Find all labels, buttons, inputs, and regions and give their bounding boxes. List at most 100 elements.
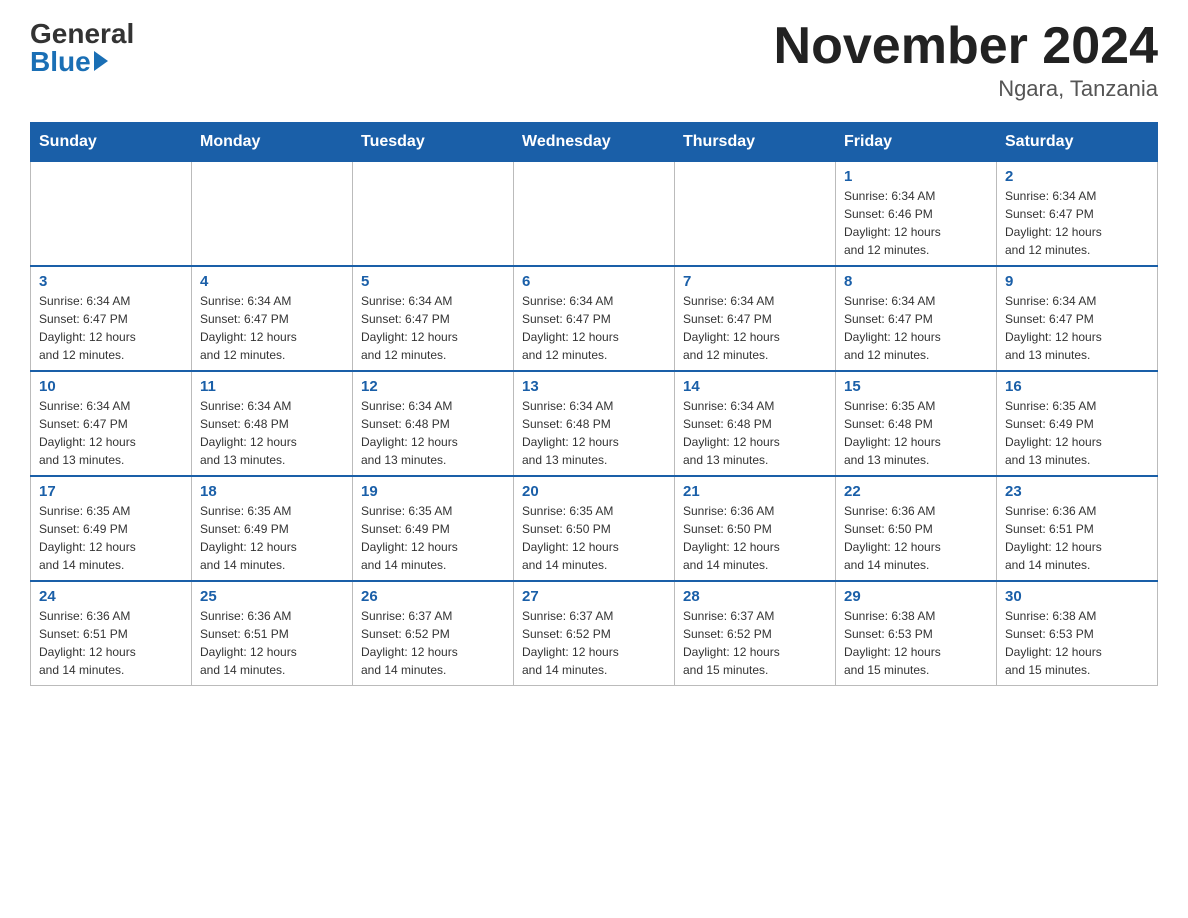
day-info-text: Sunrise: 6:37 AM Sunset: 6:52 PM Dayligh… [522,607,666,679]
calendar-cell: 25 Sunrise: 6:36 AM Sunset: 6:51 PM Dayli… [192,581,353,686]
calendar-cell: 21 Sunrise: 6:36 AM Sunset: 6:50 PM Dayli… [675,476,836,581]
week-row-1: 1 Sunrise: 6:34 AM Sunset: 6:46 PM Daylig… [31,162,1158,267]
day-info-text: Sunrise: 6:34 AM Sunset: 6:47 PM Dayligh… [39,292,183,364]
day-number: 25 [200,588,344,605]
day-info-text: Sunrise: 6:34 AM Sunset: 6:46 PM Dayligh… [844,187,988,259]
title-block: November 2024 Ngara, Tanzania [774,20,1158,102]
calendar-cell: 29Sunrise: 6:38 AM Sunset: 6:53 PM Dayli… [836,581,997,686]
day-info-text: Sunrise: 6:36 AM Sunset: 6:50 PM Dayligh… [844,502,988,574]
calendar-cell: 4 Sunrise: 6:34 AM Sunset: 6:47 PM Daylig… [192,266,353,371]
weekday-header-row: SundayMondayTuesdayWednesdayThursdayFrid… [31,123,1158,162]
day-number: 17 [39,483,183,500]
calendar-cell: 22 Sunrise: 6:36 AM Sunset: 6:50 PM Dayli… [836,476,997,581]
day-info-text: Sunrise: 6:35 AM Sunset: 6:49 PM Dayligh… [39,502,183,574]
day-info-text: Sunrise: 6:37 AM Sunset: 6:52 PM Dayligh… [361,607,505,679]
calendar-table: SundayMondayTuesdayWednesdayThursdayFrid… [30,122,1158,686]
calendar-cell [353,162,514,267]
calendar-cell: 7 Sunrise: 6:34 AM Sunset: 6:47 PM Daylig… [675,266,836,371]
day-info-text: Sunrise: 6:35 AM Sunset: 6:49 PM Dayligh… [361,502,505,574]
calendar-cell: 5 Sunrise: 6:34 AM Sunset: 6:47 PM Daylig… [353,266,514,371]
calendar-cell: 3 Sunrise: 6:34 AM Sunset: 6:47 PM Daylig… [31,266,192,371]
day-number: 1 [844,168,988,185]
day-number: 24 [39,588,183,605]
calendar-cell: 27 Sunrise: 6:37 AM Sunset: 6:52 PM Dayli… [514,581,675,686]
calendar-cell: 17 Sunrise: 6:35 AM Sunset: 6:49 PM Dayli… [31,476,192,581]
day-number: 21 [683,483,827,500]
calendar-cell: 1 Sunrise: 6:34 AM Sunset: 6:46 PM Daylig… [836,162,997,267]
calendar-cell: 15 Sunrise: 6:35 AM Sunset: 6:48 PM Dayli… [836,371,997,476]
day-number: 29 [844,588,988,605]
day-number: 8 [844,273,988,290]
week-row-3: 10Sunrise: 6:34 AM Sunset: 6:47 PM Dayli… [31,371,1158,476]
day-number: 26 [361,588,505,605]
day-number: 10 [39,378,183,395]
day-number: 23 [1005,483,1149,500]
day-info-text: Sunrise: 6:38 AM Sunset: 6:53 PM Dayligh… [1005,607,1149,679]
day-number: 2 [1005,168,1149,185]
day-number: 14 [683,378,827,395]
calendar-cell: 19 Sunrise: 6:35 AM Sunset: 6:49 PM Dayli… [353,476,514,581]
calendar-cell: 14Sunrise: 6:34 AM Sunset: 6:48 PM Dayli… [675,371,836,476]
location-subtitle: Ngara, Tanzania [774,76,1158,102]
calendar-cell: 18 Sunrise: 6:35 AM Sunset: 6:49 PM Dayli… [192,476,353,581]
logo-general-text: General [30,20,134,48]
day-number: 27 [522,588,666,605]
day-info-text: Sunrise: 6:35 AM Sunset: 6:49 PM Dayligh… [200,502,344,574]
day-info-text: Sunrise: 6:36 AM Sunset: 6:51 PM Dayligh… [39,607,183,679]
day-info-text: Sunrise: 6:35 AM Sunset: 6:50 PM Dayligh… [522,502,666,574]
day-info-text: Sunrise: 6:34 AM Sunset: 6:48 PM Dayligh… [361,397,505,469]
day-info-text: Sunrise: 6:35 AM Sunset: 6:48 PM Dayligh… [844,397,988,469]
day-number: 12 [361,378,505,395]
day-info-text: Sunrise: 6:36 AM Sunset: 6:51 PM Dayligh… [1005,502,1149,574]
day-info-text: Sunrise: 6:34 AM Sunset: 6:47 PM Dayligh… [361,292,505,364]
day-number: 20 [522,483,666,500]
weekday-header-friday: Friday [836,123,997,162]
calendar-cell: 9Sunrise: 6:34 AM Sunset: 6:47 PM Daylig… [997,266,1158,371]
day-number: 16 [1005,378,1149,395]
day-number: 5 [361,273,505,290]
day-info-text: Sunrise: 6:34 AM Sunset: 6:47 PM Dayligh… [844,292,988,364]
day-number: 6 [522,273,666,290]
week-row-2: 3 Sunrise: 6:34 AM Sunset: 6:47 PM Daylig… [31,266,1158,371]
calendar-cell: 8 Sunrise: 6:34 AM Sunset: 6:47 PM Daylig… [836,266,997,371]
calendar-cell: 30 Sunrise: 6:38 AM Sunset: 6:53 PM Dayli… [997,581,1158,686]
day-info-text: Sunrise: 6:34 AM Sunset: 6:48 PM Dayligh… [522,397,666,469]
day-info-text: Sunrise: 6:34 AM Sunset: 6:47 PM Dayligh… [200,292,344,364]
day-info-text: Sunrise: 6:37 AM Sunset: 6:52 PM Dayligh… [683,607,827,679]
calendar-cell: 2Sunrise: 6:34 AM Sunset: 6:47 PM Daylig… [997,162,1158,267]
day-number: 22 [844,483,988,500]
day-number: 28 [683,588,827,605]
page-header: General Blue November 2024 Ngara, Tanzan… [30,20,1158,102]
day-number: 7 [683,273,827,290]
calendar-cell: 12 Sunrise: 6:34 AM Sunset: 6:48 PM Dayli… [353,371,514,476]
day-number: 9 [1005,273,1149,290]
week-row-4: 17 Sunrise: 6:35 AM Sunset: 6:49 PM Dayli… [31,476,1158,581]
logo-triangle-icon [94,51,108,71]
day-number: 3 [39,273,183,290]
week-row-5: 24 Sunrise: 6:36 AM Sunset: 6:51 PM Dayli… [31,581,1158,686]
day-number: 15 [844,378,988,395]
calendar-cell: 13 Sunrise: 6:34 AM Sunset: 6:48 PM Dayli… [514,371,675,476]
calendar-cell: 10Sunrise: 6:34 AM Sunset: 6:47 PM Dayli… [31,371,192,476]
day-number: 19 [361,483,505,500]
day-number: 4 [200,273,344,290]
calendar-cell: 24 Sunrise: 6:36 AM Sunset: 6:51 PM Dayli… [31,581,192,686]
day-info-text: Sunrise: 6:35 AM Sunset: 6:49 PM Dayligh… [1005,397,1149,469]
calendar-cell: 28 Sunrise: 6:37 AM Sunset: 6:52 PM Dayli… [675,581,836,686]
weekday-header-monday: Monday [192,123,353,162]
day-info-text: Sunrise: 6:36 AM Sunset: 6:51 PM Dayligh… [200,607,344,679]
logo-blue-text: Blue [30,48,91,76]
calendar-cell [675,162,836,267]
weekday-header-wednesday: Wednesday [514,123,675,162]
calendar-cell: 11Sunrise: 6:34 AM Sunset: 6:48 PM Dayli… [192,371,353,476]
day-number: 30 [1005,588,1149,605]
day-info-text: Sunrise: 6:36 AM Sunset: 6:50 PM Dayligh… [683,502,827,574]
day-info-text: Sunrise: 6:34 AM Sunset: 6:47 PM Dayligh… [683,292,827,364]
weekday-header-tuesday: Tuesday [353,123,514,162]
calendar-cell: 23 Sunrise: 6:36 AM Sunset: 6:51 PM Dayli… [997,476,1158,581]
logo: General Blue [30,20,134,76]
day-number: 13 [522,378,666,395]
day-info-text: Sunrise: 6:34 AM Sunset: 6:47 PM Dayligh… [522,292,666,364]
day-number: 18 [200,483,344,500]
calendar-cell: 6 Sunrise: 6:34 AM Sunset: 6:47 PM Daylig… [514,266,675,371]
